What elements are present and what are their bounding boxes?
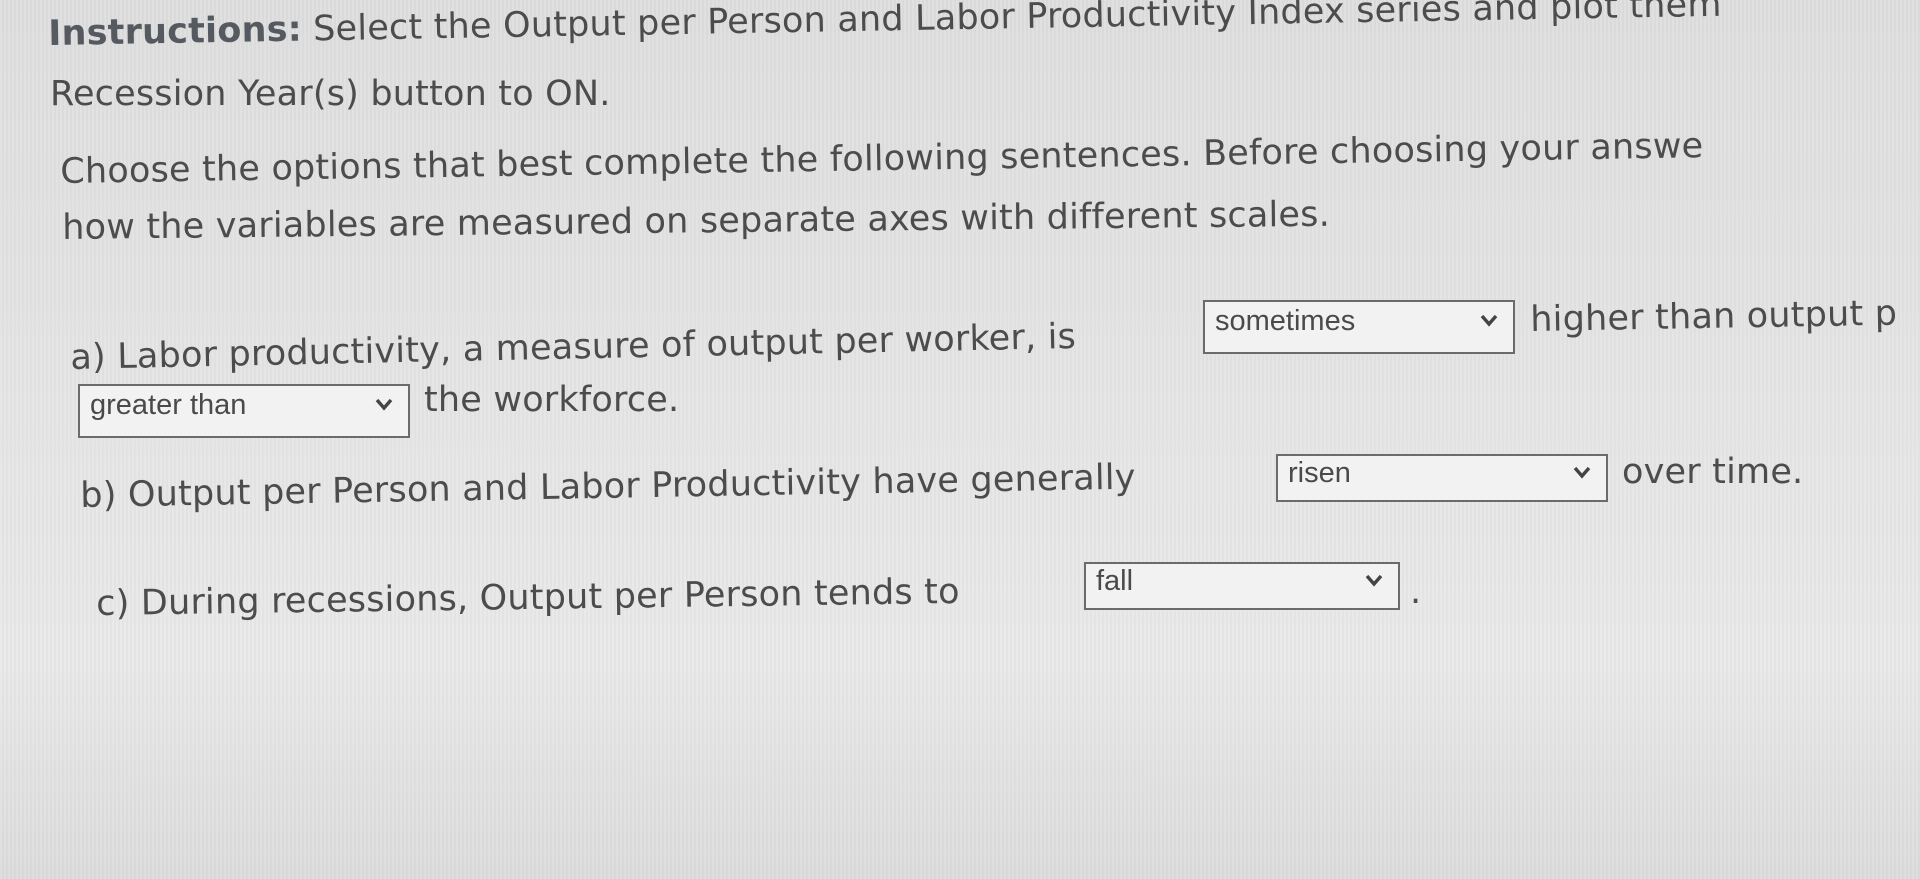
intro-line-1: Choose the options that best complete th… (60, 126, 1704, 192)
question-c-dropdown-value: fall (1096, 565, 1134, 597)
chevron-down-icon (1573, 466, 1591, 479)
question-a-dropdown-1-value: sometimes (1215, 305, 1356, 337)
instructions-text-1: Select the Output per Person and Labor P… (312, 0, 1722, 50)
worksheet-screen: Instructions: Select the Output per Pers… (0, 0, 1920, 879)
question-c-text-2: . (1410, 572, 1422, 612)
instructions-label: Instructions: (48, 9, 303, 54)
question-c-dropdown[interactable]: fall (1084, 562, 1400, 610)
question-a-dropdown-2-value: greater than (90, 389, 247, 421)
question-a-dropdown-1[interactable]: sometimes (1203, 300, 1515, 354)
question-b-dropdown-value: risen (1288, 457, 1351, 489)
question-b-text-2: over time. (1622, 452, 1804, 492)
question-b-dropdown[interactable]: risen (1276, 454, 1608, 502)
question-a-text-1: a) Labor productivity, a measure of outp… (70, 316, 1077, 378)
chevron-down-icon (1480, 314, 1498, 327)
question-a-text-3: the workforce. (424, 380, 680, 420)
question-b-text-1: b) Output per Person and Labor Productiv… (80, 457, 1136, 516)
instructions-line-1: Instructions: Select the Output per Pers… (48, 0, 1722, 54)
instructions-line-2: Recession Year(s) button to ON. (50, 74, 611, 114)
question-c-text-1: c) During recessions, Output per Person … (96, 571, 960, 624)
intro-line-2: how the variables are measured on separa… (62, 194, 1331, 248)
question-a-dropdown-2[interactable]: greater than (78, 384, 410, 438)
question-a-text-2: higher than output p (1530, 293, 1898, 340)
chevron-down-icon (375, 398, 393, 411)
chevron-down-icon (1365, 574, 1383, 587)
